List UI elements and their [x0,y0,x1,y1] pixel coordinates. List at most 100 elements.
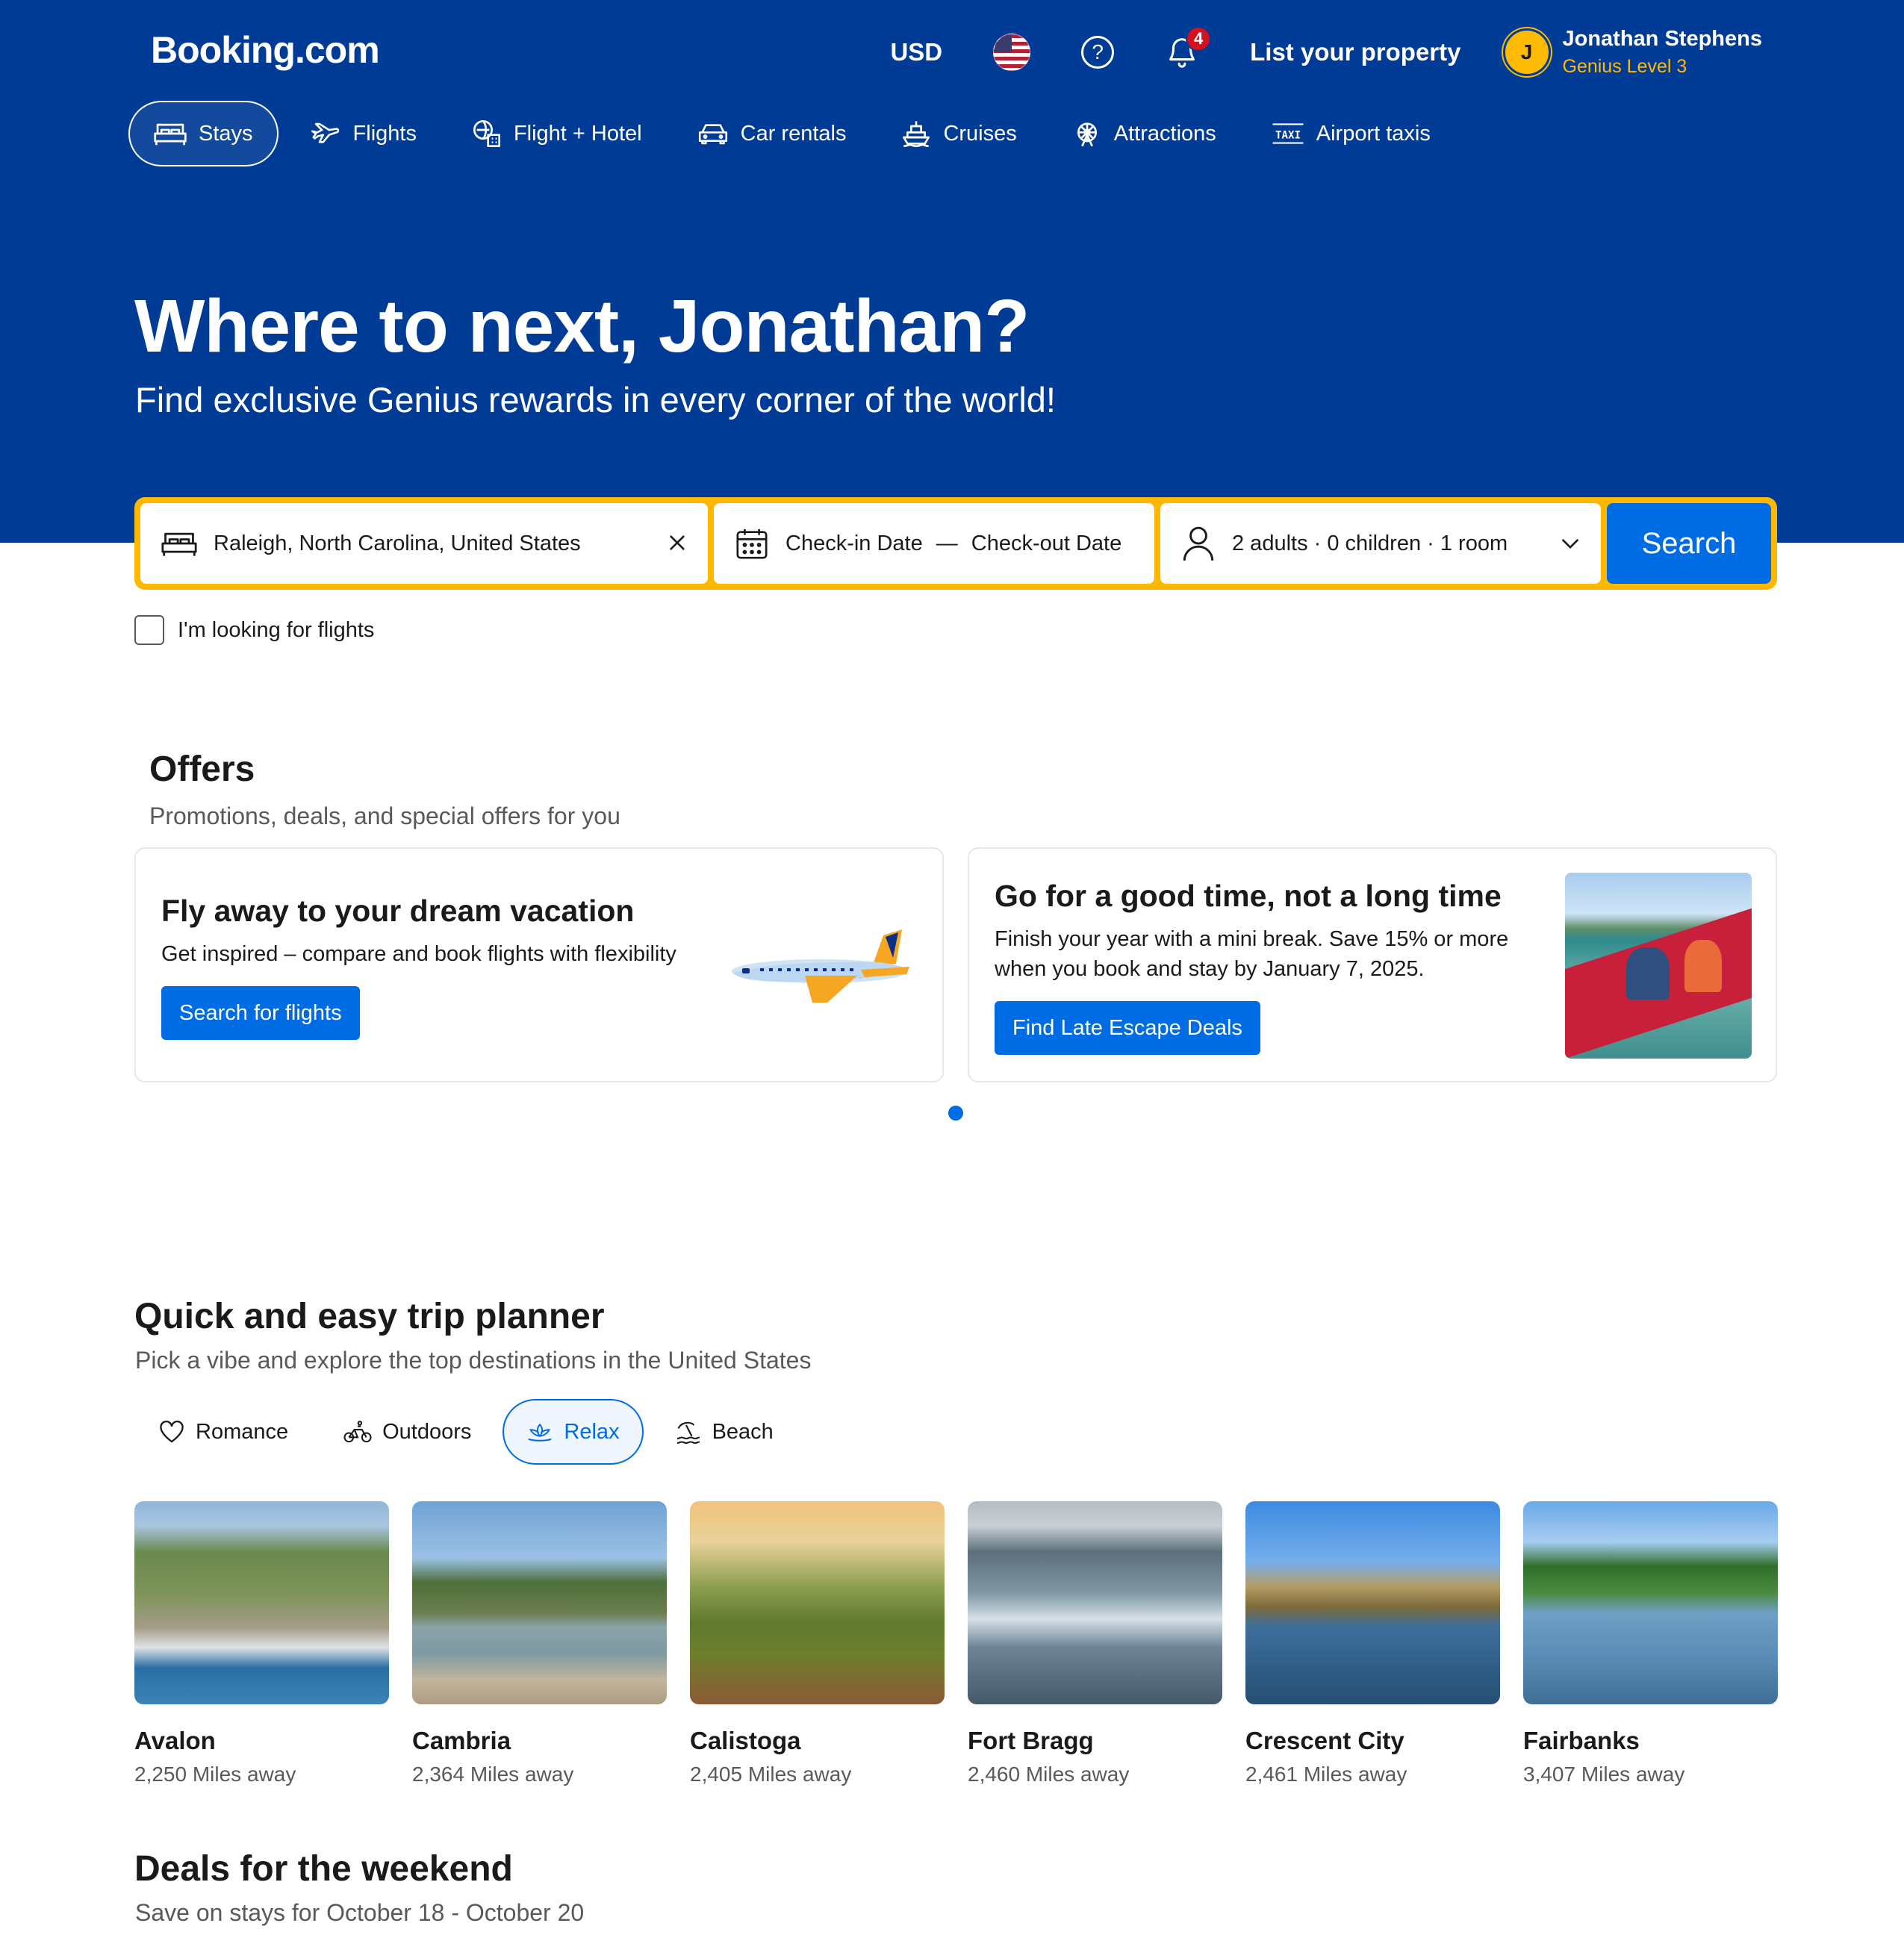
help-button[interactable]: ? [1081,36,1115,69]
language-selector[interactable] [993,34,1031,71]
destination-card[interactable]: Cambria 2,364 Miles away [412,1501,667,1786]
destination-card[interactable]: Calistoga 2,405 Miles away [690,1501,945,1786]
bed-icon [161,532,197,556]
car-icon [698,124,727,145]
tab-cruises[interactable]: Cruises [877,101,1040,166]
offer-text: Finish your year with a mini break. Save… [995,927,1509,981]
vibe-tabs: Romance Outdoors Relax Beach [134,1399,805,1465]
airplane-illustration [732,929,909,1003]
beach-icon [676,1421,700,1445]
hero-header: Booking.com USD ? 4 List your property J… [0,0,1904,543]
vibe-label: Outdoors [382,1419,472,1444]
product-nav: Stays Flights Flight + Hotel Car rentals… [128,101,1462,166]
flights-checkbox-label: I'm looking for flights [178,617,375,642]
destination-card[interactable]: Fort Bragg 2,460 Miles away [968,1501,1222,1786]
genius-level: Genius Level 3 [1562,56,1687,77]
booking-logo[interactable]: Booking.com [151,28,380,72]
destination-card[interactable]: Crescent City 2,461 Miles away [1245,1501,1500,1786]
vibe-label: Relax [564,1419,620,1444]
offer-text: Get inspired – compare and book flights … [161,942,676,966]
destination-distance: 3,407 Miles away [1523,1763,1685,1786]
offer-card-late-escape: Go for a good time, not a long time Fini… [968,847,1777,1082]
us-flag-icon [993,34,1031,71]
destination-value: Raleigh, North Carolina, United States [214,531,581,555]
offer-card-flights: Fly away to your dream vacation Get insp… [134,847,944,1082]
checkin-date: Check-in Date [785,531,923,555]
ferris-wheel-icon [1077,122,1097,147]
svg-text:TAXI: TAXI [1275,129,1301,141]
taxi-icon: TAXI [1272,123,1304,144]
destination-photo [134,1501,389,1704]
offer-title: Go for a good time, not a long time [995,879,1502,913]
header-actions: USD ? 4 List your property J Jonathan St… [890,22,1762,82]
destination-photo [412,1501,667,1704]
vibe-romance[interactable]: Romance [134,1399,312,1465]
currency-selector[interactable]: USD [890,38,942,66]
destination-distance: 2,461 Miles away [1245,1763,1407,1786]
deals-title: Deals for the weekend [134,1849,513,1889]
destination-distance: 2,460 Miles away [968,1763,1130,1786]
heart-icon [160,1420,184,1443]
destination-name: Cambria [412,1727,511,1754]
search-flights-button[interactable]: Search for flights [161,986,360,1040]
destination-name: Crescent City [1245,1727,1404,1754]
carousel-dot-active[interactable] [948,1106,963,1121]
vibe-relax[interactable]: Relax [503,1399,644,1465]
search-bar: Raleigh, North Carolina, United States C… [134,497,1777,590]
destination-card[interactable]: Avalon 2,250 Miles away [134,1501,389,1786]
flight-hotel-icon [473,120,500,148]
tab-label: Stays [199,121,253,146]
tab-label: Flights [352,121,417,146]
date-picker[interactable]: Check-in Date — Check-out Date [714,503,1154,584]
chevron-down-icon [1561,538,1579,549]
bicycle-icon [343,1421,372,1443]
tab-flight-hotel[interactable]: Flight + Hotel [448,101,666,166]
tab-flights[interactable]: Flights [286,101,441,166]
tab-label: Car rentals [740,121,847,146]
clear-destination-button[interactable] [668,528,687,560]
vibe-outdoors[interactable]: Outdoors [320,1399,495,1465]
flights-checkbox[interactable] [134,615,164,645]
deals-subtitle: Save on stays for October 18 - October 2… [135,1899,585,1926]
lotus-icon [528,1423,553,1442]
destination-input[interactable]: Raleigh, North Carolina, United States [140,503,708,584]
tab-label: Airport taxis [1316,121,1431,146]
question-mark-icon: ? [1081,36,1115,69]
tab-airport-taxis[interactable]: TAXI Airport taxis [1248,101,1455,166]
vibe-beach[interactable]: Beach [651,1399,797,1465]
tab-label: Flight + Hotel [513,121,642,146]
tab-attractions[interactable]: Attractions [1048,101,1240,166]
notification-badge: 4 [1186,26,1212,52]
account-menu[interactable]: J Jonathan Stephens Genius Level 3 [1502,27,1762,78]
destination-card[interactable]: Fairbanks 3,407 Miles away [1523,1501,1778,1786]
flights-checkbox-row[interactable]: I'm looking for flights [134,615,374,645]
destination-name: Calistoga [690,1727,801,1754]
offers-subtitle: Promotions, deals, and special offers fo… [149,803,620,829]
destination-photo [690,1501,945,1704]
page-title: Where to next, Jonathan? [134,284,1030,368]
late-escape-deals-button[interactable]: Find Late Escape Deals [995,1001,1260,1055]
list-property-link[interactable]: List your property [1250,38,1460,66]
guests-selector[interactable]: 2 adults · 0 children · 1 room [1160,503,1601,584]
notifications-button[interactable]: 4 [1165,26,1212,69]
destination-distance: 2,364 Miles away [412,1763,574,1786]
avatar: J [1502,28,1551,76]
vibe-label: Romance [196,1419,289,1444]
checkout-date: Check-out Date [971,531,1122,555]
destination-name: Fort Bragg [968,1727,1094,1754]
tab-stays[interactable]: Stays [128,101,279,166]
search-button[interactable]: Search [1607,503,1771,584]
page-subtitle: Find exclusive Genius rewards in every c… [135,380,1056,420]
plane-icon [311,122,339,143]
tab-car-rentals[interactable]: Car rentals [673,101,871,166]
destination-name: Avalon [134,1727,216,1754]
destination-photo [1245,1501,1500,1704]
tab-label: Cruises [943,121,1017,146]
offer-title: Fly away to your dream vacation [161,894,635,928]
person-icon [1183,526,1214,561]
vibe-label: Beach [712,1419,774,1444]
planner-subtitle: Pick a vibe and explore the top destinat… [135,1347,812,1374]
close-icon [669,535,685,550]
destination-distance: 2,405 Miles away [690,1763,852,1786]
kayak-photo [1565,873,1752,1059]
